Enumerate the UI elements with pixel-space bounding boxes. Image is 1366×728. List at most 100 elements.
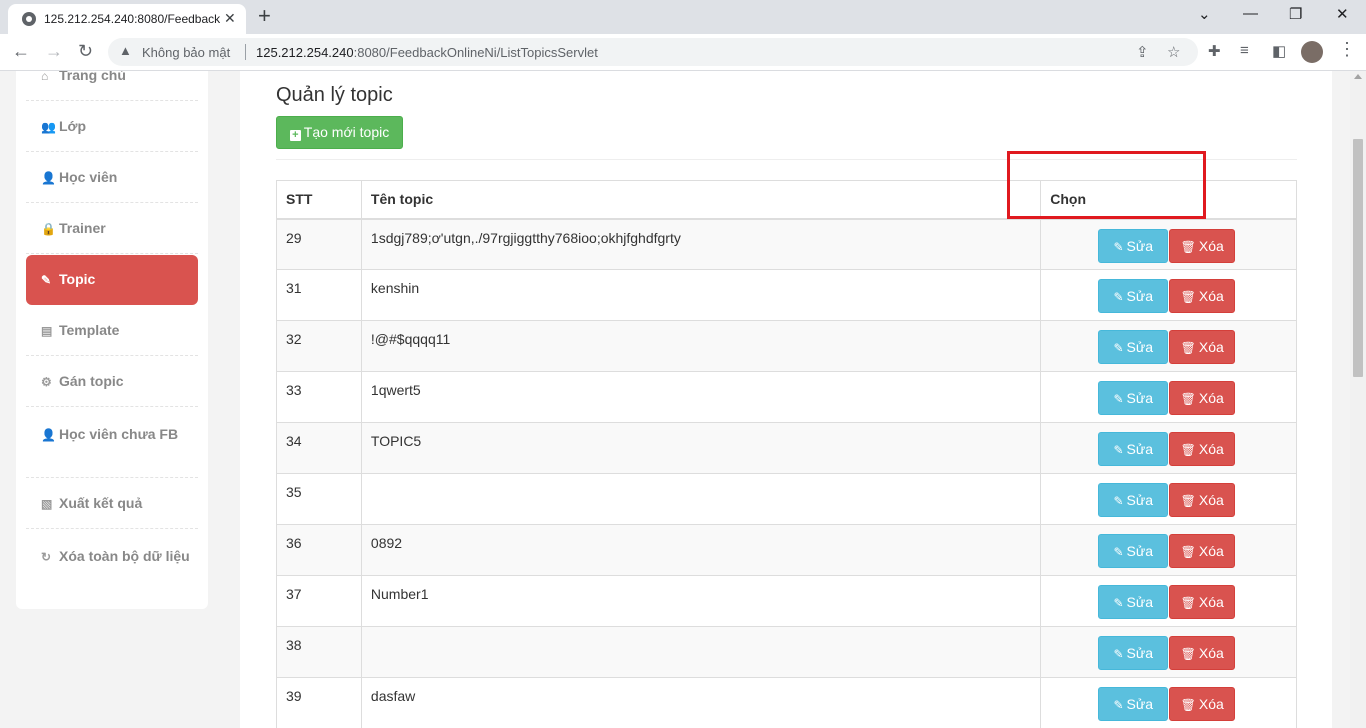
- sidebar-item-home[interactable]: ⌂ Trang chủ: [26, 71, 198, 101]
- media-queue-icon[interactable]: ≡: [1240, 42, 1249, 59]
- sidebar-item-label: Trainer: [59, 220, 106, 236]
- delete-label: Xóa: [1198, 390, 1224, 406]
- delete-button[interactable]: 🗑 Xóa: [1169, 636, 1236, 670]
- sidebar-item-export-results[interactable]: ▧ Xuất kết quả: [26, 478, 198, 529]
- delete-button[interactable]: 🗑 Xóa: [1169, 381, 1236, 415]
- scroll-up-arrow-icon[interactable]: [1354, 74, 1362, 79]
- address-bar[interactable]: ▲ Không bảo mật 125.212.254.240:8080/Fee…: [108, 38, 1198, 66]
- window-close-button[interactable]: ✕: [1336, 5, 1349, 23]
- sidebar-item-delete-all-data[interactable]: ↻ Xóa toàn bộ dữ liệu: [26, 529, 198, 600]
- edit-button[interactable]: ✎ Sửa: [1098, 687, 1169, 721]
- delete-label: Xóa: [1198, 594, 1224, 610]
- edit-label: Sửa: [1126, 696, 1154, 712]
- edit-button[interactable]: ✎ Sửa: [1098, 585, 1169, 619]
- table-row: 33 1qwert5 ✎ Sửa 🗑 Xóa: [276, 371, 1297, 423]
- forward-arrow-icon[interactable]: →: [45, 41, 63, 62]
- edit-icon: ✎: [1113, 290, 1124, 304]
- profile-avatar[interactable]: [1301, 41, 1323, 63]
- reload-icon[interactable]: ↻: [78, 41, 93, 62]
- trash-icon: 🗑: [1180, 239, 1196, 254]
- sidebar-item-label: Lớp: [59, 118, 87, 134]
- edit-label: Sửa: [1126, 645, 1154, 661]
- edit-label: Sửa: [1126, 594, 1154, 610]
- trash-icon: 🗑: [1180, 290, 1196, 304]
- delete-button[interactable]: 🗑 Xóa: [1169, 330, 1236, 364]
- cell-stt: 33: [276, 371, 362, 423]
- delete-button[interactable]: 🗑 Xóa: [1169, 585, 1236, 619]
- minimize-button[interactable]: —: [1243, 5, 1258, 22]
- edit-button[interactable]: ✎ Sửa: [1098, 228, 1169, 263]
- warning-triangle-icon[interactable]: ▲: [119, 43, 132, 58]
- table-row: 31 kenshin ✎ Sửa 🗑 Xóa: [276, 269, 1297, 321]
- bookmark-star-icon[interactable]: ☆: [1167, 43, 1180, 61]
- url-text[interactable]: 125.212.254.240:8080/FeedbackOnlineNi/Li…: [256, 45, 598, 60]
- new-tab-button[interactable]: +: [258, 3, 271, 29]
- edit-label: Sửa: [1126, 441, 1154, 457]
- user-times-icon: 👤: [41, 428, 56, 442]
- table-row: 38 ✎ Sửa 🗑 Xóa: [276, 626, 1297, 678]
- edit-button[interactable]: ✎ Sửa: [1098, 279, 1169, 313]
- cell-topic-name: Number1: [360, 575, 1042, 627]
- edit-button[interactable]: ✎ Sửa: [1098, 330, 1169, 364]
- scrollbar-thumb[interactable]: [1353, 139, 1363, 377]
- security-label[interactable]: Không bảo mật: [142, 45, 230, 60]
- delete-button[interactable]: 🗑 Xóa: [1169, 687, 1236, 721]
- cell-topic-name: 1qwert5: [360, 371, 1042, 423]
- sidebar-item-topic[interactable]: ✎ Topic: [26, 255, 198, 305]
- restore-button[interactable]: ❐: [1289, 5, 1302, 23]
- browser-tab[interactable]: 125.212.254.240:8080/FeedbackOnlineNi/Li…: [8, 4, 246, 34]
- sidebar-item-assign-topic[interactable]: ⚙ Gán topic: [26, 356, 198, 407]
- delete-button[interactable]: 🗑 Xóa: [1169, 432, 1236, 466]
- trash-icon: 🗑: [1180, 494, 1196, 508]
- cell-topic-name: 1sdgj789;ơ'utgn,./97rgjiggtthy768ioo;okh…: [360, 218, 1042, 270]
- cell-stt: 38: [276, 626, 362, 678]
- delete-button[interactable]: 🗑 Xóa: [1169, 483, 1236, 517]
- trash-icon: 🗑: [1180, 596, 1196, 610]
- edit-button[interactable]: ✎ Sửa: [1098, 636, 1169, 670]
- cell-stt: 36: [276, 524, 362, 576]
- edit-label: Sửa: [1126, 237, 1154, 254]
- delete-button[interactable]: 🗑 Xóa: [1169, 279, 1236, 313]
- tab-search-chevron-icon[interactable]: ⌄: [1198, 5, 1211, 23]
- edit-button[interactable]: ✎ Sửa: [1098, 483, 1169, 517]
- column-header-topic-name: Tên topic: [360, 180, 1042, 220]
- delete-button[interactable]: 🗑 Xóa: [1169, 534, 1236, 568]
- cell-topic-name: [360, 473, 1042, 525]
- edit-icon: ✎: [1113, 392, 1124, 406]
- sidebar-item-students[interactable]: 👤 Học viên: [26, 152, 198, 203]
- sidebar-item-label: Xuất kết quả: [59, 495, 143, 511]
- sidebar-item-students-no-feedback[interactable]: 👤 Học viên chưa FB: [26, 407, 198, 478]
- edit-button[interactable]: ✎ Sửa: [1098, 432, 1169, 466]
- sidebar-item-template[interactable]: ▤ Template: [26, 305, 198, 356]
- browser-toolbar: ← → ↻ ▲ Không bảo mật 125.212.254.240:80…: [0, 34, 1366, 71]
- table-row: 39 dasfaw ✎ Sửa 🗑 Xóa: [276, 677, 1297, 728]
- main-content: Quản lý topic + Tạo mới topic STT Tên top…: [240, 71, 1332, 728]
- user-plus-icon: 👤: [41, 171, 56, 185]
- back-arrow-icon[interactable]: ←: [12, 41, 30, 62]
- refresh-icon: ↻: [41, 550, 52, 564]
- tab-close-icon[interactable]: ✕: [224, 10, 236, 27]
- sidebar-item-class[interactable]: 👥 Lớp: [26, 101, 198, 152]
- sidebar-item-trainer[interactable]: 🔒 Trainer: [26, 203, 198, 254]
- edit-icon: ✎: [1113, 443, 1124, 457]
- share-icon[interactable]: ⇪: [1136, 43, 1149, 61]
- edit-button[interactable]: ✎ Sửa: [1098, 381, 1169, 415]
- users-icon: 👥: [41, 120, 56, 134]
- edit-button[interactable]: ✎ Sửa: [1098, 534, 1169, 568]
- trash-icon: 🗑: [1180, 443, 1196, 457]
- plus-square-icon: +: [289, 130, 301, 141]
- vertical-scrollbar[interactable]: [1350, 71, 1366, 728]
- edit-icon: ✎: [1113, 698, 1124, 712]
- extensions-puzzle-icon[interactable]: ✚: [1208, 42, 1221, 60]
- edit-icon: ✎: [1113, 239, 1124, 254]
- cell-actions: ✎ Sửa 🗑 Xóa: [1040, 218, 1297, 270]
- side-panel-icon[interactable]: ◧: [1272, 42, 1286, 60]
- edit-icon: ✎: [1113, 545, 1124, 559]
- delete-label: Xóa: [1198, 645, 1224, 661]
- create-topic-button[interactable]: + Tạo mới topic: [276, 116, 403, 149]
- delete-button[interactable]: 🗑 Xóa: [1169, 228, 1236, 263]
- browser-tab-strip: 125.212.254.240:8080/FeedbackOnlineNi/Li…: [0, 0, 1366, 34]
- annotation-highlight-box: [1007, 151, 1206, 219]
- menu-dots-icon[interactable]: ⋮: [1338, 39, 1356, 60]
- sidebar-item-label: Gán topic: [59, 373, 124, 389]
